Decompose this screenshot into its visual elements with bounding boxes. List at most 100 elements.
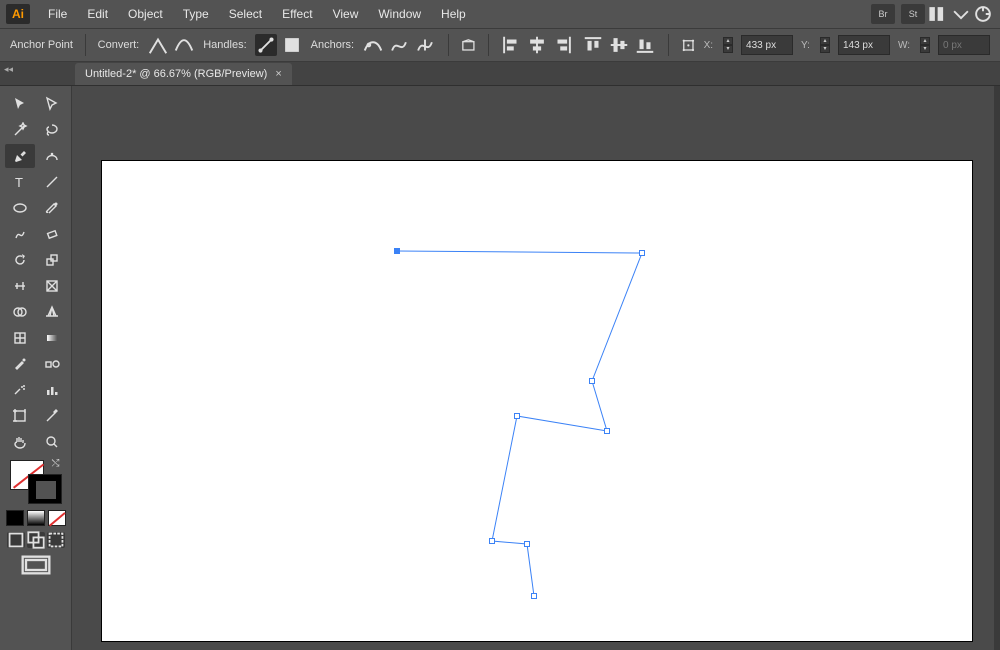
lasso-tool[interactable] <box>37 118 67 142</box>
gradient-tool[interactable] <box>37 326 67 350</box>
y-stepper[interactable]: ▴▾ <box>820 35 830 55</box>
w-label: W: <box>898 40 910 51</box>
w-stepper[interactable]: ▴▾ <box>920 35 930 55</box>
cut-path-button[interactable] <box>414 34 436 56</box>
x-stepper[interactable]: ▴▾ <box>723 35 733 55</box>
x-input[interactable] <box>741 35 793 55</box>
draw-inside-button[interactable] <box>47 532 65 548</box>
arrange-documents-button[interactable] <box>928 4 950 24</box>
anchor-point[interactable] <box>639 250 645 256</box>
align-bottom-button[interactable] <box>634 34 656 56</box>
reference-point-button[interactable] <box>681 34 696 56</box>
show-handles-multiple-button[interactable] <box>255 34 277 56</box>
direct-selection-tool[interactable] <box>37 92 67 116</box>
shape-builder-tool[interactable] <box>5 300 35 324</box>
swap-fill-stroke-icon[interactable]: ⤭ <box>52 458 64 470</box>
eraser-tool[interactable] <box>37 222 67 246</box>
menu-file[interactable]: File <box>38 0 77 28</box>
zoom-tool[interactable] <box>37 430 67 454</box>
document-tab-title: Untitled-2* @ 66.67% (RGB/Preview) <box>85 68 267 80</box>
convert-to-smooth-button[interactable] <box>173 34 195 56</box>
selection-mode-label: Anchor Point <box>10 39 73 51</box>
width-tool[interactable] <box>5 274 35 298</box>
selection-tool[interactable] <box>5 92 35 116</box>
scale-tool[interactable] <box>37 248 67 272</box>
x-label: X: <box>704 40 713 51</box>
fill-stroke-control[interactable]: ⤭ <box>10 460 62 504</box>
paintbrush-tool[interactable] <box>37 196 67 220</box>
hide-handles-button[interactable] <box>281 34 303 56</box>
workspace-menu-chevron-icon[interactable] <box>950 4 972 24</box>
draw-normal-button[interactable] <box>7 532 25 548</box>
pen-tool[interactable] <box>5 144 35 168</box>
remove-anchor-button[interactable] <box>362 34 384 56</box>
anchor-point[interactable] <box>589 378 595 384</box>
menu-edit[interactable]: Edit <box>77 0 118 28</box>
color-none-button[interactable] <box>48 510 66 526</box>
anchor-point[interactable] <box>489 538 495 544</box>
right-panel-strip[interactable] <box>994 86 1000 650</box>
stock-button[interactable]: St <box>901 4 925 24</box>
artboard[interactable] <box>102 161 972 641</box>
line-segment-tool[interactable] <box>37 170 67 194</box>
menu-view[interactable]: View <box>323 0 369 28</box>
w-input[interactable] <box>938 35 990 55</box>
align-right-button[interactable] <box>552 34 574 56</box>
type-tool[interactable]: T <box>5 170 35 194</box>
y-input[interactable] <box>838 35 890 55</box>
color-solid-button[interactable] <box>6 510 24 526</box>
convert-to-corner-button[interactable] <box>147 34 169 56</box>
svg-text:T: T <box>15 175 23 190</box>
hand-tool[interactable] <box>5 430 35 454</box>
canvas-area[interactable] <box>72 86 1000 650</box>
anchor-point[interactable] <box>524 541 530 547</box>
color-gradient-button[interactable] <box>27 510 45 526</box>
stroke-swatch[interactable] <box>28 474 62 504</box>
menu-select[interactable]: Select <box>219 0 272 28</box>
free-transform-tool[interactable] <box>37 274 67 298</box>
anchor-point[interactable] <box>531 593 537 599</box>
artboard-tool[interactable] <box>5 404 35 428</box>
align-vertical-group <box>582 34 656 56</box>
draw-behind-button[interactable] <box>27 532 45 548</box>
eyedropper-tool[interactable] <box>5 352 35 376</box>
screen-mode-button[interactable] <box>21 556 51 578</box>
app-logo: Ai <box>6 4 30 24</box>
perspective-grid-tool[interactable] <box>37 300 67 324</box>
panel-collapse-handle-icon[interactable]: ◂◂ <box>4 64 13 75</box>
bridge-button[interactable]: Br <box>871 4 895 24</box>
vector-path[interactable] <box>102 161 972 641</box>
menu-bar: Ai File Edit Object Type Select Effect V… <box>0 0 1000 28</box>
column-graph-tool[interactable] <box>37 378 67 402</box>
ellipse-tool[interactable] <box>5 196 35 220</box>
gpu-performance-icon[interactable] <box>972 4 994 24</box>
anchor-point[interactable] <box>514 413 520 419</box>
align-hcenter-button[interactable] <box>526 34 548 56</box>
anchors-label: Anchors: <box>311 39 354 51</box>
magic-wand-tool[interactable] <box>5 118 35 142</box>
curvature-tool[interactable] <box>37 144 67 168</box>
shaper-tool[interactable] <box>5 222 35 246</box>
menu-window[interactable]: Window <box>368 0 431 28</box>
menu-type[interactable]: Type <box>173 0 219 28</box>
handles-group <box>255 34 303 56</box>
align-vcenter-button[interactable] <box>608 34 630 56</box>
align-top-button[interactable] <box>582 34 604 56</box>
close-tab-button[interactable]: × <box>275 68 281 80</box>
tools-panel: T ⤭ <box>0 86 72 650</box>
anchor-point[interactable] <box>604 428 610 434</box>
rotate-tool[interactable] <box>5 248 35 272</box>
y-label: Y: <box>801 40 810 51</box>
connect-endpoints-button[interactable] <box>388 34 410 56</box>
align-left-button[interactable] <box>500 34 522 56</box>
symbol-sprayer-tool[interactable] <box>5 378 35 402</box>
anchor-point[interactable] <box>394 248 400 254</box>
menu-object[interactable]: Object <box>118 0 173 28</box>
mesh-tool[interactable] <box>5 326 35 350</box>
menu-help[interactable]: Help <box>431 0 476 28</box>
menu-effect[interactable]: Effect <box>272 0 322 28</box>
slice-tool[interactable] <box>37 404 67 428</box>
isolate-button[interactable] <box>461 34 476 56</box>
blend-tool[interactable] <box>37 352 67 376</box>
document-tab[interactable]: Untitled-2* @ 66.67% (RGB/Preview) × <box>75 63 292 85</box>
